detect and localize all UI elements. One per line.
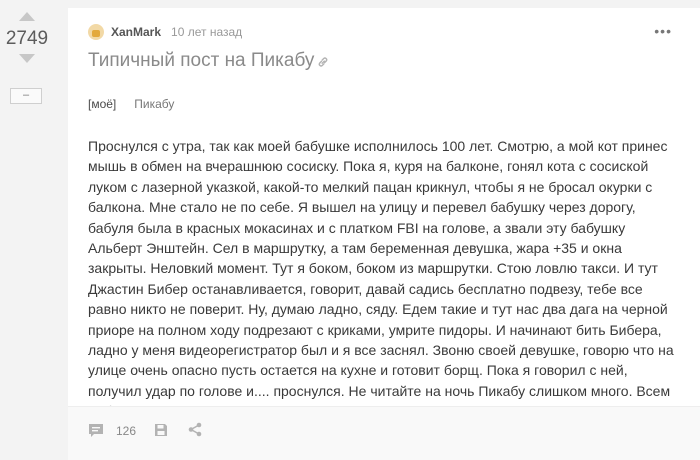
hide-post-button[interactable]: – bbox=[10, 88, 42, 104]
save-icon[interactable] bbox=[154, 423, 168, 437]
post-time: 10 лет назад bbox=[171, 25, 243, 39]
rating-count: 2749 bbox=[5, 28, 49, 49]
tag-list: [моё] Пикабу bbox=[88, 97, 174, 111]
comment-icon bbox=[89, 424, 103, 437]
share-icon[interactable] bbox=[188, 422, 202, 437]
author-link[interactable]: XanMark bbox=[111, 25, 161, 39]
tag-pikabu[interactable]: Пикабу bbox=[134, 97, 174, 111]
post-header: XanMark 10 лет назад bbox=[88, 23, 242, 41]
tag-moe[interactable]: [моё] bbox=[88, 97, 116, 111]
link-icon[interactable] bbox=[316, 55, 330, 69]
vote-up-icon[interactable] bbox=[19, 12, 35, 21]
comments-button[interactable]: 126 bbox=[88, 423, 136, 438]
comments-count: 126 bbox=[116, 423, 137, 438]
more-dots-icon[interactable]: ••• bbox=[654, 24, 672, 38]
post-footer: 126 bbox=[68, 406, 700, 460]
post-title[interactable]: Типичный пост на Пикабу bbox=[88, 50, 314, 72]
vote-down-icon[interactable] bbox=[19, 54, 35, 63]
post-card: XanMark 10 лет назад ••• Типичный пост н… bbox=[68, 8, 700, 460]
post-body: Проснулся с утра, так как моей бабушке и… bbox=[88, 138, 674, 419]
avatar[interactable] bbox=[88, 24, 104, 40]
